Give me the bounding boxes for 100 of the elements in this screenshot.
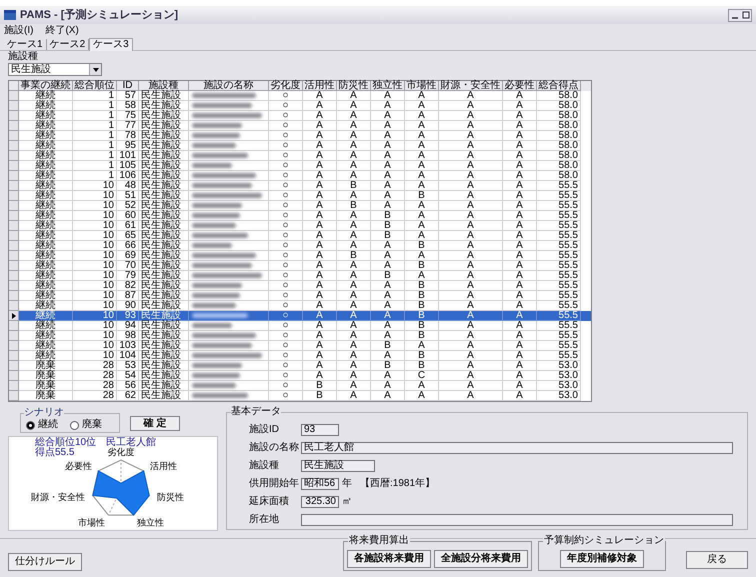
column-header[interactable]: 総合順位 <box>73 81 117 91</box>
table-row[interactable]: 継続 10 51 民生施設 ○ A A A B A A 55.5 <box>9 191 591 201</box>
menu-item[interactable]: 終了(X) <box>45 24 79 36</box>
table-cell: 廃棄 <box>19 381 73 391</box>
radio-label[interactable]: 廃棄 <box>82 420 102 430</box>
maximize-icon[interactable] <box>742 11 750 19</box>
table-row[interactable]: 継続 10 79 民生施設 ○ A A B A A A 55.5 <box>9 271 591 281</box>
column-header[interactable]: 事業の継続 <box>19 81 73 91</box>
table-row[interactable]: 継続 1 57 民生施設 ○ A A A A A A 58.0 <box>9 91 591 101</box>
table-cell: A <box>303 131 337 141</box>
table-row[interactable]: 継続 10 69 民生施設 ○ A B A A A A 55.5 <box>9 251 591 261</box>
input-field[interactable]: 民工老人館 <box>301 442 733 454</box>
table-cell: 民生施設 <box>139 121 189 131</box>
table-cell: A <box>337 101 371 111</box>
table-cell: 58.0 <box>537 121 581 131</box>
table-cell: A <box>371 161 405 171</box>
input-field[interactable]: 93 <box>301 424 339 436</box>
table-row[interactable]: 継続 1 75 民生施設 ○ A A A A A A 58.0 <box>9 111 591 121</box>
input-field[interactable] <box>301 514 733 526</box>
table-cell: ○ <box>269 241 303 251</box>
table-row[interactable]: 継続 1 106 民生施設 ○ A A A A A A 58.0 <box>9 171 591 181</box>
table-row[interactable]: 廃棄 28 53 民生施設 ○ A A B B A A 53.0 <box>9 361 591 371</box>
radio-button[interactable] <box>26 420 35 430</box>
table-cell: B <box>371 341 405 351</box>
table-cell: ○ <box>269 211 303 221</box>
redacted-text <box>192 253 256 258</box>
table-row[interactable]: 継続 10 82 民生施設 ○ A A A B A A 55.5 <box>9 281 591 291</box>
column-header[interactable]: 独立性 <box>371 81 405 91</box>
action-button[interactable]: 年度別補修対象 <box>560 550 644 568</box>
action-button[interactable]: 全施設分将来費用 <box>434 550 528 568</box>
radio-button[interactable] <box>70 420 79 430</box>
radio-label[interactable]: 継続 <box>38 420 58 430</box>
column-header[interactable]: 財源・安全性 <box>439 81 503 91</box>
table-cell: 53.0 <box>537 381 581 391</box>
table-row[interactable]: 継続 1 95 民生施設 ○ A A A A A A 58.0 <box>9 141 591 151</box>
tab[interactable]: ケース3 <box>89 38 133 51</box>
table-row[interactable]: 継続 10 66 民生施設 ○ A A A B A A 55.5 <box>9 241 591 251</box>
table-cell: A <box>303 341 337 351</box>
axis-label: 劣化度 <box>108 447 134 457</box>
table-cell: A <box>439 251 503 261</box>
table-row[interactable]: 継続 10 65 民生施設 ○ A A B A A A 55.5 <box>9 231 591 241</box>
table-row[interactable]: 継続 10 94 民生施設 ○ A A A B A A 55.5 <box>9 321 591 331</box>
back-button[interactable]: 戻る <box>686 551 748 569</box>
table-row[interactable]: 継続 10 61 民生施設 ○ A A B A A A 55.5 <box>9 221 591 231</box>
table-cell: A <box>503 271 537 281</box>
redacted-text <box>192 213 240 218</box>
column-header[interactable]: 防災性 <box>337 81 371 91</box>
column-header[interactable]: 市場性 <box>405 81 439 91</box>
table-row[interactable]: 継続 1 58 民生施設 ○ A A A A A A 58.0 <box>9 101 591 111</box>
rule-button[interactable]: 仕分けルール <box>8 553 82 571</box>
table-row[interactable]: 継続 10 87 民生施設 ○ A A A B A A 55.5 <box>9 291 591 301</box>
column-header[interactable]: 活用性 <box>303 81 337 91</box>
window-controls[interactable] <box>728 8 752 22</box>
column-header[interactable]: 劣化度 <box>269 81 303 91</box>
table-row[interactable]: 継続 10 60 民生施設 ○ A A B A A A 55.5 <box>9 211 591 221</box>
table-cell: A <box>439 341 503 351</box>
table-cell: 民生施設 <box>139 191 189 201</box>
table-cell: 55.5 <box>537 311 581 321</box>
table-cell: A <box>503 371 537 381</box>
table-row[interactable]: 継続 10 103 民生施設 ○ A A B A A A 55.5 <box>9 341 591 351</box>
column-header[interactable]: 施設種 <box>139 81 189 91</box>
tab[interactable]: ケース1 <box>4 39 47 50</box>
confirm-button[interactable]: 確 定 <box>130 416 180 431</box>
input-field[interactable]: 民生施設 <box>301 460 375 472</box>
input-field[interactable]: 昭和56 <box>301 478 339 490</box>
table-row[interactable]: 継続 1 77 民生施設 ○ A A A A A A 58.0 <box>9 121 591 131</box>
table-row[interactable]: 継続 10 93 民生施設 ○ A A A B A A 55.5 <box>9 311 591 321</box>
table-cell: A <box>371 111 405 121</box>
dropdown-arrow-icon <box>92 68 98 72</box>
table-cell: 継続 <box>19 261 73 271</box>
table-cell: 民生施設 <box>139 321 189 331</box>
table-cell: 58.0 <box>537 161 581 171</box>
input-field[interactable]: 325.30 <box>301 496 339 508</box>
table-row[interactable]: 継続 1 101 民生施設 ○ A A A A A A 58.0 <box>9 151 591 161</box>
dropdown[interactable]: 民生施設 <box>8 63 102 76</box>
table-row[interactable]: 継続 1 105 民生施設 ○ A A A A A A 58.0 <box>9 161 591 171</box>
table-cell: A <box>439 391 503 401</box>
table-row[interactable]: 継続 10 104 民生施設 ○ A A A B A A 55.5 <box>9 351 591 361</box>
table-cell: 48 <box>117 181 139 191</box>
table-cell: A <box>439 311 503 321</box>
table-row[interactable]: 廃棄 28 56 民生施設 ○ B A A A A A 53.0 <box>9 381 591 391</box>
column-header[interactable]: 総合得点 <box>537 81 581 91</box>
action-button[interactable]: 各施設将来費用 <box>347 550 431 568</box>
group-title: シナリオ <box>24 408 64 418</box>
table-cell: A <box>337 261 371 271</box>
menu-item[interactable]: 施設(I) <box>4 24 34 36</box>
table-row[interactable]: 継続 10 52 民生施設 ○ A B A A A A 55.5 <box>9 201 591 211</box>
table-row[interactable]: 継続 1 78 民生施設 ○ A A A A A A 58.0 <box>9 131 591 141</box>
table-row[interactable]: 廃棄 28 62 民生施設 ○ B A A A A A 53.0 <box>9 391 591 401</box>
axis-label: 市場性 <box>78 517 105 528</box>
table-row[interactable]: 継続 10 98 民生施設 ○ A A A B A A 55.5 <box>9 331 591 341</box>
table-row[interactable]: 継続 10 48 民生施設 ○ A B A A A A 55.5 <box>9 181 591 191</box>
table-cell: 58.0 <box>537 91 581 101</box>
table-cell: A <box>503 261 537 271</box>
table-cell: 民生施設 <box>139 331 189 341</box>
column-header[interactable]: ID <box>117 81 139 91</box>
column-header[interactable]: 必要性 <box>503 81 537 91</box>
table-row[interactable]: 継続 10 70 民生施設 ○ A A A B A A 55.5 <box>9 261 591 271</box>
column-header[interactable]: 施設の名称 <box>189 81 269 91</box>
table-row[interactable]: 廃棄 28 54 民生施設 ○ A A A C A A 53.0 <box>9 371 591 381</box>
